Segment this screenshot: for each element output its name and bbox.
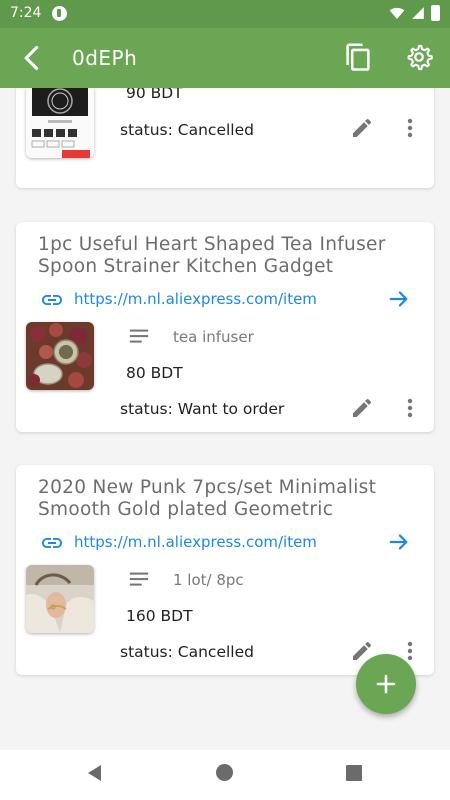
status-bar: 7:24 (0, 0, 450, 28)
item-card[interactable]: 1pc Useful Heart Shaped Tea Infuser Spoo… (16, 222, 434, 432)
page-title: 0dEPh (72, 46, 138, 70)
wifi-icon (389, 7, 405, 19)
item-status: status: Cancelled (120, 643, 254, 661)
item-card[interactable]: 2020 New Punk 7pcs/set Minimalist Smooth… (16, 465, 434, 675)
notes-icon (129, 329, 149, 343)
item-title: 1pc Useful Heart Shaped Tea Infuser Spoo… (38, 234, 386, 277)
notification-app-icon (52, 6, 67, 21)
item-card[interactable]: 90 BDT status: Cancelled (16, 88, 434, 188)
item-status: status: Want to order (120, 400, 285, 418)
item-title: 2020 New Punk 7pcs/set Minimalist Smooth… (38, 477, 377, 520)
product-thumbnail[interactable] (26, 565, 94, 633)
system-nav-bar (0, 750, 450, 800)
item-price: 90 BDT (126, 88, 183, 102)
open-arrow-icon[interactable] (388, 288, 410, 310)
open-arrow-icon[interactable] (388, 531, 410, 553)
back-arrow-icon[interactable] (18, 44, 46, 72)
more-vert-icon[interactable] (400, 116, 420, 140)
item-status: status: Cancelled (120, 121, 254, 139)
edit-icon[interactable] (350, 116, 374, 140)
item-list[interactable]: 90 BDT status: Cancelled 1pc Useful Hear… (0, 88, 450, 750)
signal-icon (412, 7, 424, 19)
edit-icon[interactable] (350, 396, 374, 420)
product-thumbnail[interactable] (26, 88, 94, 158)
link-icon (42, 295, 62, 305)
app-bar: 0dEPh (0, 28, 450, 88)
status-indicators (389, 5, 440, 21)
gear-icon[interactable] (405, 42, 433, 72)
item-price: 80 BDT (126, 364, 183, 382)
notes-icon (129, 572, 149, 586)
item-note: tea infuser (173, 328, 254, 346)
nav-home-icon[interactable] (216, 764, 233, 781)
battery-icon (431, 5, 440, 21)
nav-back-icon[interactable] (86, 764, 104, 782)
nav-recents-icon[interactable] (346, 765, 362, 781)
link-icon (42, 538, 62, 548)
item-link[interactable]: https://m.nl.aliexpress.com/item (74, 533, 317, 551)
add-icon (376, 674, 396, 694)
item-link[interactable]: https://m.nl.aliexpress.com/item (74, 290, 317, 308)
item-note: 1 lot/ 8pc (173, 571, 244, 589)
more-vert-icon[interactable] (400, 396, 420, 420)
copy-icon[interactable] (344, 43, 372, 73)
product-thumbnail[interactable] (26, 322, 94, 390)
status-time: 7:24 (10, 5, 42, 21)
item-price: 160 BDT (126, 607, 193, 625)
add-item-button[interactable] (356, 654, 416, 714)
